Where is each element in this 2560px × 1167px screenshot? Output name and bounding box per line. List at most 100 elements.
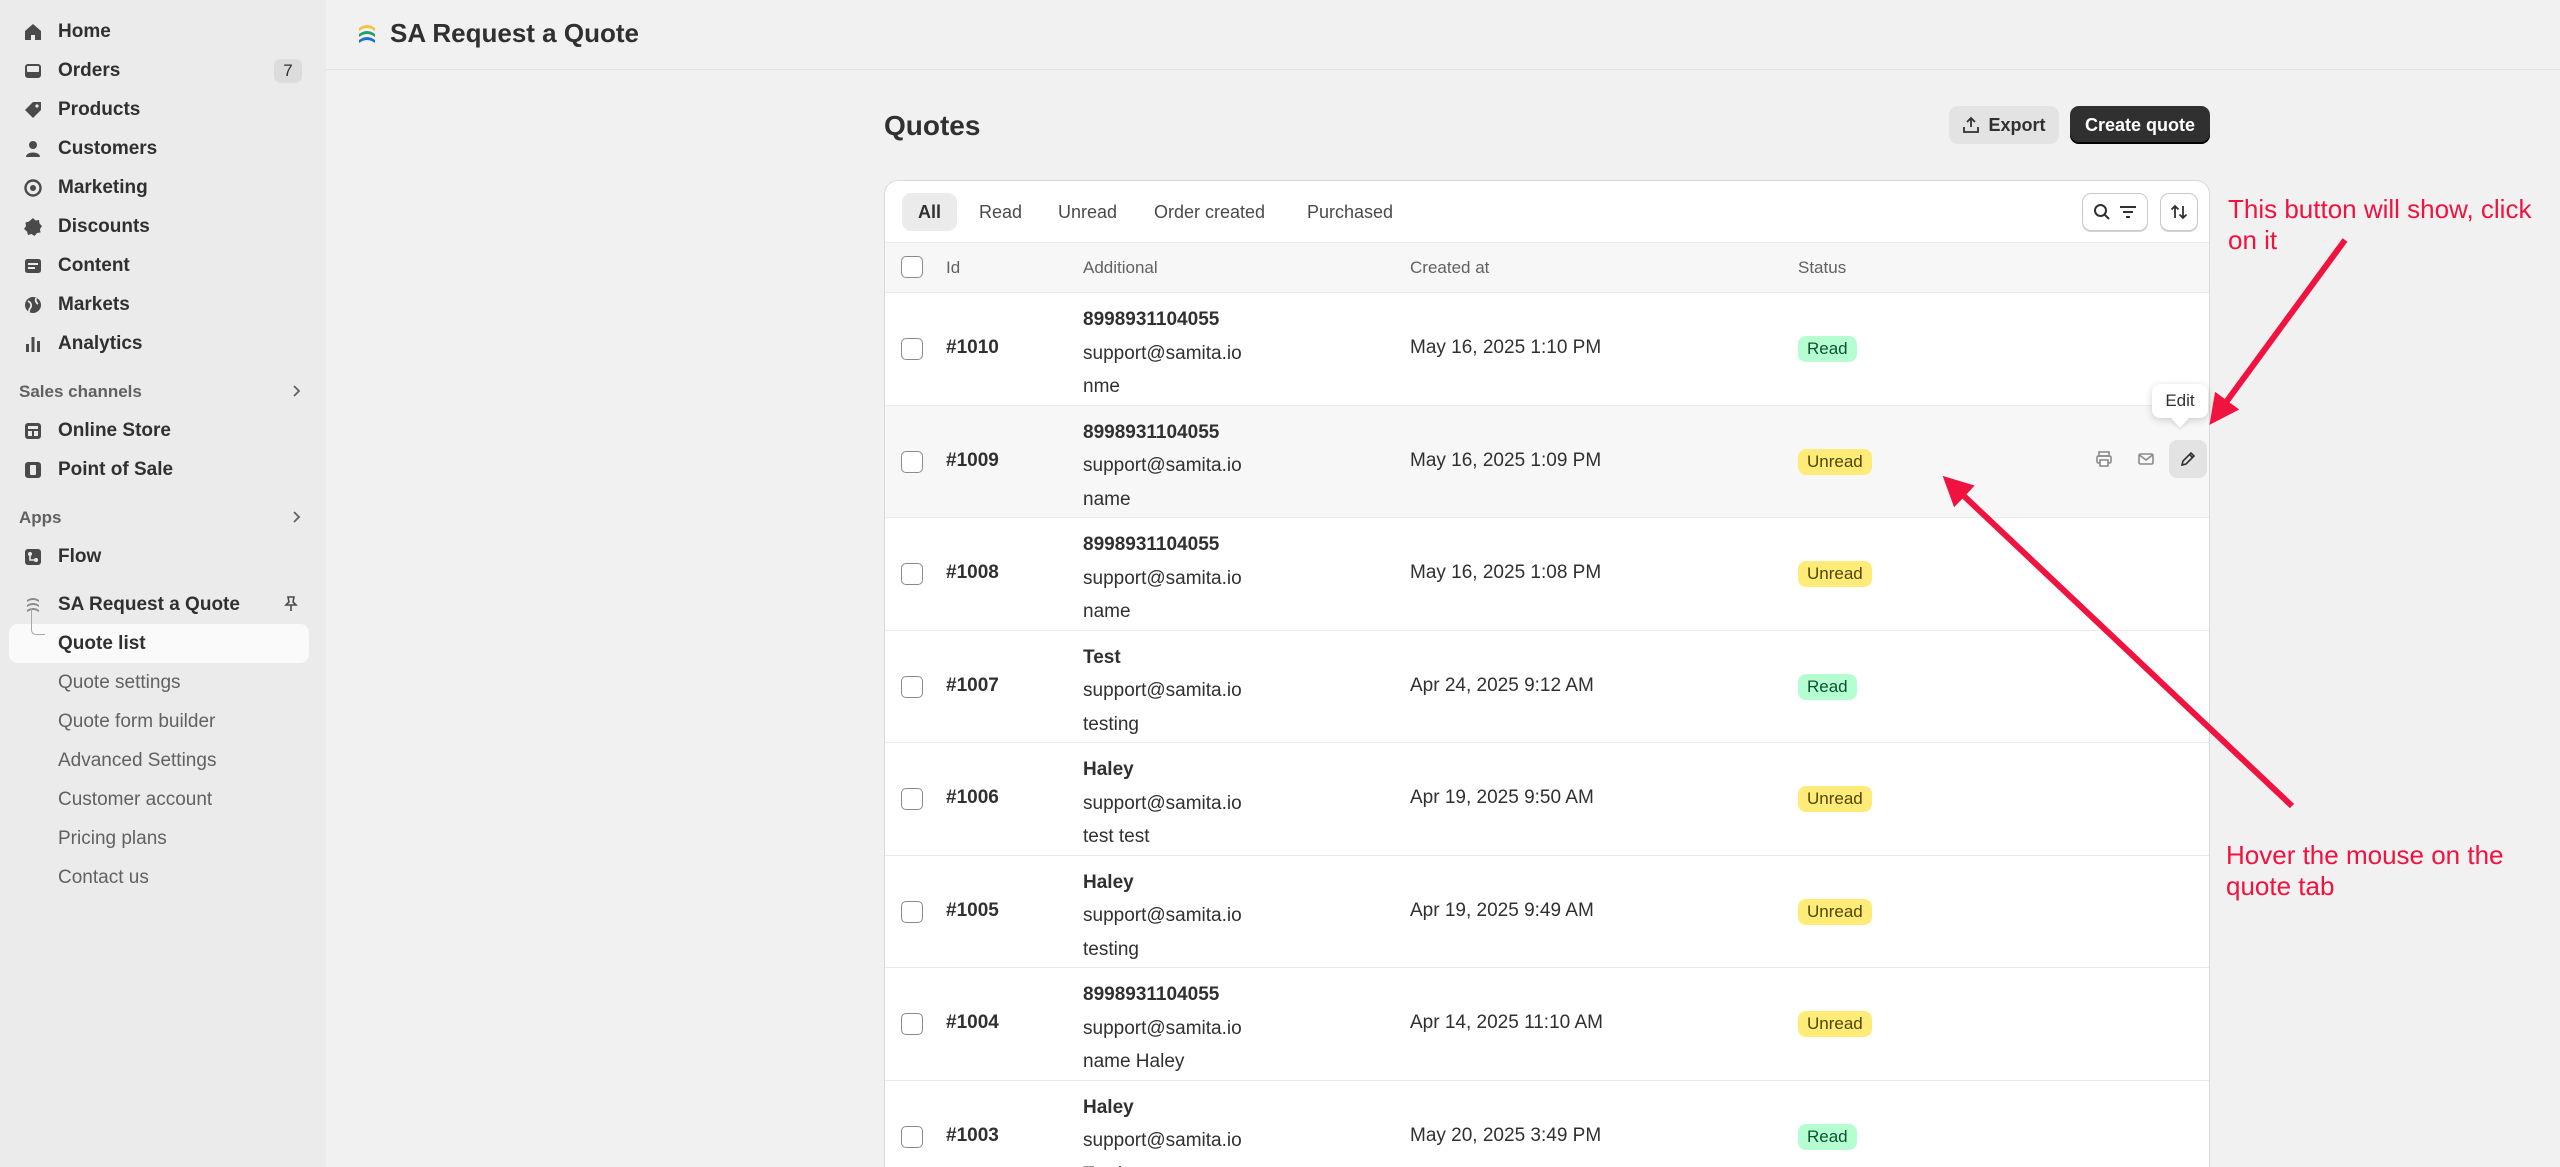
- apps-header[interactable]: Apps: [0, 498, 326, 537]
- home-icon: [22, 21, 44, 43]
- nav-analytics[interactable]: Analytics: [0, 324, 326, 363]
- quote-id[interactable]: #1006: [946, 787, 999, 809]
- nav-marketing[interactable]: Marketing: [0, 168, 326, 207]
- table-row[interactable]: #1004 8998931104055 support@samita.io na…: [885, 968, 2209, 1081]
- tab-read[interactable]: Read: [963, 193, 1038, 231]
- nav-markets[interactable]: Markets: [0, 285, 326, 324]
- export-label: Export: [1988, 114, 2046, 135]
- row-checkbox[interactable]: [901, 675, 923, 698]
- subnav-pricing-plans[interactable]: Pricing plans: [0, 819, 326, 858]
- row-checkbox[interactable]: [901, 563, 923, 585]
- quote-id[interactable]: #1007: [946, 675, 999, 697]
- chevron-right-icon: [293, 385, 301, 397]
- customer-name: 8998931104055: [1083, 984, 1220, 1005]
- created-at: Apr 14, 2025 11:10 AM: [1410, 1012, 1603, 1033]
- table-row[interactable]: #1007 Test support@samita.io testing Apr…: [885, 631, 2209, 743]
- sort-icon: [2170, 204, 2188, 220]
- discount-icon: [22, 216, 44, 238]
- create-quote-button[interactable]: Create quote: [2070, 106, 2210, 144]
- nav-sa-request-a-quote[interactable]: SA Request a Quote: [0, 585, 326, 624]
- search-filter-button[interactable]: [2082, 193, 2148, 231]
- tab-purchased[interactable]: Purchased: [1291, 193, 1409, 231]
- table-row[interactable]: #1003 Haley support@samita.io Testing Ma…: [885, 1081, 2209, 1167]
- nav-orders[interactable]: Orders 7: [0, 51, 326, 90]
- nav-label: Marketing: [58, 176, 148, 198]
- status-badge: Unread: [1798, 448, 1872, 475]
- nav-customers[interactable]: Customers: [0, 129, 326, 168]
- table-row[interactable]: #1009 8998931104055 support@samita.io na…: [885, 405, 2209, 518]
- table-row[interactable]: #1005 Haley support@samita.io testing Ap…: [885, 856, 2209, 968]
- sales-channels-header[interactable]: Sales channels: [0, 372, 326, 411]
- customer-email: support@samita.io: [1083, 792, 1242, 814]
- search-icon: [2094, 204, 2110, 220]
- nav-label: Products: [58, 98, 141, 120]
- created-at: May 16, 2025 1:09 PM: [1410, 449, 1602, 471]
- annotation-top: This button will show, click on it: [2228, 194, 2532, 255]
- col-created-at[interactable]: Created at: [1410, 258, 1489, 278]
- status-badge: Unread: [1798, 898, 1872, 925]
- upload-icon: [1963, 116, 1980, 133]
- subnav-customer-account[interactable]: Customer account: [0, 780, 326, 819]
- quote-id[interactable]: #1010: [946, 337, 999, 359]
- table-header: Id Additional Created at Status: [885, 243, 2209, 293]
- created-at: Apr 19, 2025 9:49 AM: [1410, 899, 1594, 921]
- sort-button[interactable]: [2160, 193, 2198, 231]
- row-checkbox[interactable]: [901, 900, 923, 923]
- table-row[interactable]: #1006 Haley support@samita.io test test …: [885, 743, 2209, 856]
- subnav-contact-us[interactable]: Contact us: [0, 858, 326, 897]
- nav-flow[interactable]: Flow: [0, 537, 326, 576]
- quote-id[interactable]: #1005: [946, 900, 999, 922]
- section-title: Apps: [19, 507, 62, 527]
- nav-label: Flow: [58, 545, 102, 567]
- col-id[interactable]: Id: [946, 258, 960, 278]
- quote-additional: 8998931104055 support@samita.io name: [1083, 416, 1242, 517]
- status-badge: Read: [1798, 1123, 1857, 1150]
- customer-name: 8998931104055: [1083, 421, 1220, 443]
- customer-name: Test: [1083, 646, 1121, 668]
- arrow-to-edit-button: [2209, 238, 2348, 425]
- globe-icon: [22, 294, 44, 316]
- tab-all[interactable]: All: [902, 193, 958, 231]
- export-button[interactable]: Export: [1949, 106, 2059, 144]
- email-button[interactable]: [2127, 440, 2165, 478]
- nav-label: Customers: [58, 137, 158, 159]
- created-at: May 20, 2025 3:49 PM: [1410, 1124, 1602, 1146]
- subnav-quote-form-builder[interactable]: Quote form builder: [0, 702, 326, 741]
- nav-online-store[interactable]: Online Store: [0, 411, 326, 450]
- nav-label: Discounts: [58, 215, 150, 237]
- edit-button[interactable]: [2169, 439, 2207, 478]
- quote-id[interactable]: #1004: [946, 1012, 999, 1034]
- subnav-quote-settings[interactable]: Quote settings: [0, 663, 326, 702]
- row-checkbox[interactable]: [901, 450, 923, 473]
- table-row[interactable]: #1008 8998931104055 support@samita.io na…: [885, 518, 2209, 631]
- customer-name: Haley: [1083, 1096, 1134, 1118]
- quote-id[interactable]: #1009: [946, 450, 999, 472]
- nav-discounts[interactable]: Discounts: [0, 207, 326, 246]
- print-button[interactable]: [2085, 440, 2123, 478]
- customer-note: name: [1083, 488, 1131, 510]
- table-row[interactable]: #1010 8998931104055 support@samita.io nm…: [885, 293, 2209, 406]
- subnav-quote-list[interactable]: Quote list: [9, 608, 309, 663]
- row-checkbox[interactable]: [901, 1125, 923, 1148]
- row-checkbox[interactable]: [901, 788, 923, 810]
- quote-id[interactable]: #1008: [946, 562, 999, 584]
- nav-label: Content: [58, 254, 130, 276]
- row-checkbox[interactable]: [901, 338, 923, 360]
- nav-products[interactable]: Products: [0, 90, 326, 129]
- nav-point-of-sale[interactable]: Point of Sale: [0, 450, 326, 489]
- quotes-card: All Read Unread Order created Purchased …: [884, 180, 2210, 1167]
- mail-icon: [2138, 452, 2154, 465]
- customer-email: support@samita.io: [1083, 567, 1242, 589]
- subnav-advanced-settings[interactable]: Advanced Settings: [0, 741, 326, 780]
- tab-unread[interactable]: Unread: [1042, 193, 1133, 231]
- quote-additional: 8998931104055 support@samita.io name Hal…: [1083, 978, 1242, 1079]
- created-at: May 16, 2025 1:10 PM: [1410, 337, 1602, 358]
- customer-email: support@samita.io: [1083, 1017, 1242, 1039]
- quote-id[interactable]: #1003: [946, 1125, 999, 1147]
- row-checkbox[interactable]: [901, 1013, 923, 1035]
- select-all-checkbox[interactable]: [901, 256, 923, 278]
- pin-icon[interactable]: [282, 595, 300, 613]
- tab-order-created[interactable]: Order created: [1138, 193, 1281, 231]
- nav-home[interactable]: Home: [0, 12, 326, 51]
- nav-content[interactable]: Content: [0, 246, 326, 285]
